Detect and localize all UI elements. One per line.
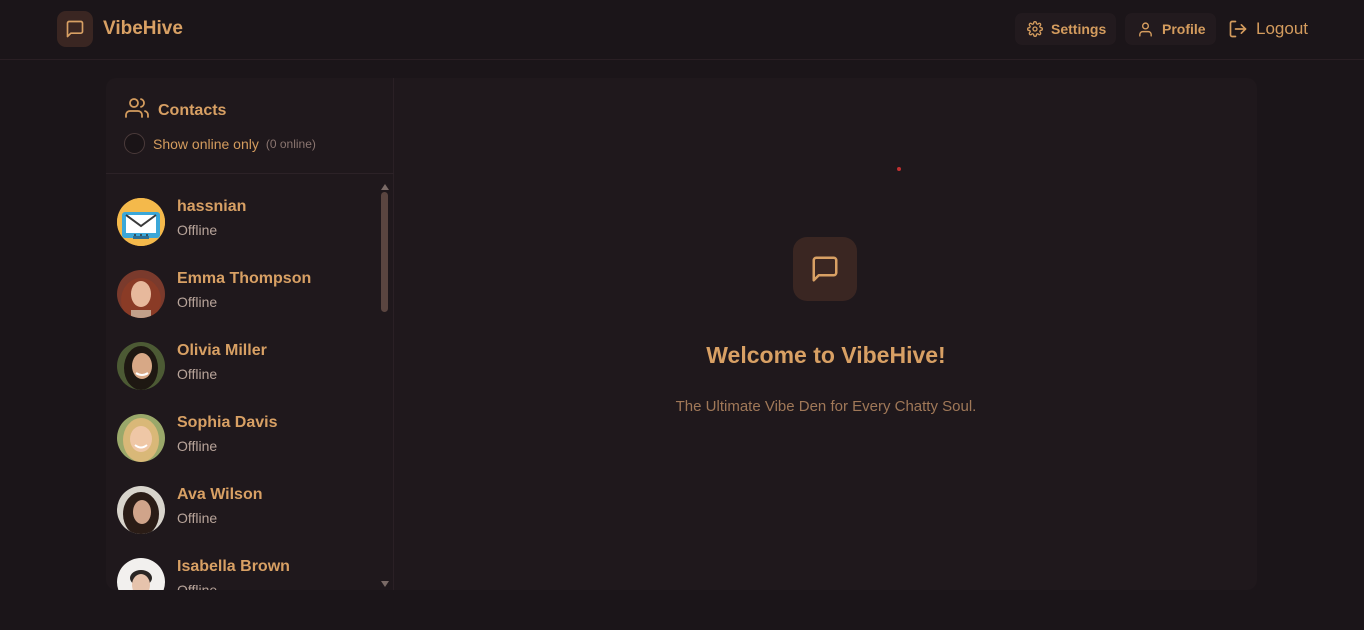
contact-status: Offline xyxy=(177,222,218,238)
contacts-title-label: Contacts xyxy=(158,101,227,119)
logout-label: Logout xyxy=(1256,19,1308,38)
contact-item-isabella-brown[interactable]: Isabella Brown Offline xyxy=(106,546,381,590)
contact-status: Offline xyxy=(177,510,218,526)
contacts-sidebar: Contacts Show online only (0 online) has… xyxy=(106,78,394,590)
settings-label: Settings xyxy=(1051,21,1107,37)
contact-status: Offline xyxy=(177,582,218,590)
contact-item-hassnian[interactable]: hassnian Offline xyxy=(106,186,381,258)
online-filter[interactable]: Show online only (0 online) xyxy=(124,133,316,154)
message-square-icon xyxy=(57,11,93,47)
contacts-title: Contacts xyxy=(125,96,226,125)
top-navbar: VibeHive Settings Profile Logout xyxy=(0,0,1364,60)
contact-status: Offline xyxy=(177,294,218,310)
profile-label: Profile xyxy=(1162,21,1206,37)
status-dot xyxy=(897,167,901,171)
contact-name: Ava Wilson xyxy=(177,486,263,503)
settings-button[interactable]: Settings xyxy=(1015,13,1116,45)
welcome-panel: Welcome to VibeHive! The Ultimate Vibe D… xyxy=(395,78,1257,590)
contact-status: Offline xyxy=(177,366,218,382)
contact-name: Isabella Brown xyxy=(177,558,290,575)
contact-item-ava-wilson[interactable]: Ava Wilson Offline xyxy=(106,474,381,546)
online-filter-label: Show online only xyxy=(153,135,259,152)
scroll-up-arrow-icon[interactable] xyxy=(380,178,390,190)
logout-icon xyxy=(1228,19,1248,39)
brand-name: VibeHive xyxy=(103,18,183,39)
users-icon xyxy=(125,96,149,125)
welcome-subtitle: The Ultimate Vibe Den for Every Chatty S… xyxy=(675,398,977,415)
welcome-title: Welcome to VibeHive! xyxy=(706,342,946,368)
profile-button[interactable]: Profile xyxy=(1125,13,1216,45)
contact-name: Emma Thompson xyxy=(177,270,312,287)
contact-name: Olivia Miller xyxy=(177,342,267,359)
contact-list: hassnian Offline Emma Thompson Offline O… xyxy=(106,174,394,590)
avatar xyxy=(117,342,165,390)
contact-name: hassnian xyxy=(177,198,247,215)
logout-button[interactable]: Logout xyxy=(1226,13,1316,45)
avatar xyxy=(117,198,165,246)
contact-item-emma-thompson[interactable]: Emma Thompson Offline xyxy=(106,258,381,330)
avatar xyxy=(117,558,165,590)
online-count: (0 online) xyxy=(265,136,316,151)
contact-status: Offline xyxy=(177,438,218,454)
contact-item-sophia-davis[interactable]: Sophia Davis Offline xyxy=(106,402,381,474)
brand[interactable]: VibeHive xyxy=(57,11,183,47)
scrollbar-thumb[interactable] xyxy=(381,192,388,312)
avatar xyxy=(117,414,165,462)
contact-item-olivia-miller[interactable]: Olivia Miller Offline xyxy=(106,330,381,402)
contacts-header: Contacts Show online only (0 online) xyxy=(106,78,394,174)
contact-name: Sophia Davis xyxy=(177,414,278,431)
user-icon xyxy=(1137,21,1154,38)
avatar xyxy=(117,270,165,318)
gear-icon xyxy=(1027,21,1043,37)
scroll-down-arrow-icon[interactable] xyxy=(380,575,390,587)
chat-container: Contacts Show online only (0 online) has… xyxy=(106,78,1257,590)
online-only-checkbox[interactable] xyxy=(124,133,145,154)
avatar xyxy=(117,486,165,534)
message-square-icon xyxy=(793,237,857,301)
